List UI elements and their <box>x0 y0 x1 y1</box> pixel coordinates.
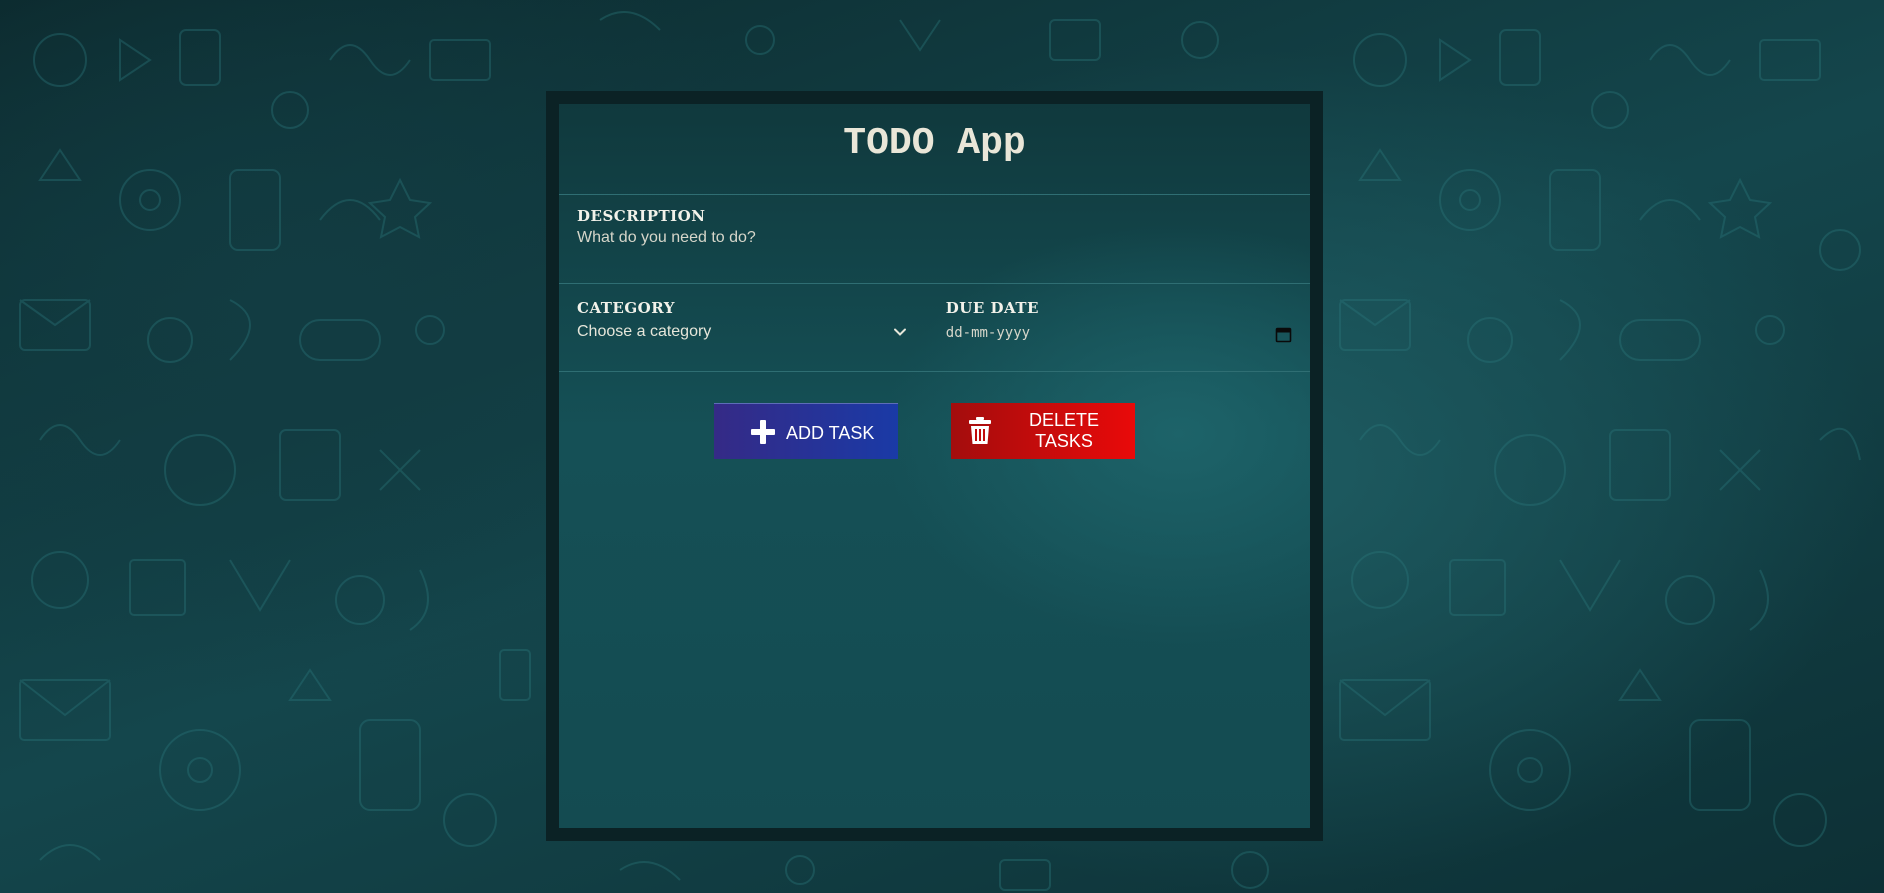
app-panel: TODO App DESCRIPTION CATEGORY Choose a c… <box>559 104 1310 828</box>
chevron-down-icon <box>894 328 906 336</box>
add-task-button[interactable]: ADD TASK <box>714 403 898 459</box>
category-date-section: CATEGORY Choose a category DUE DATE dd-m… <box>559 284 1310 372</box>
due-date-field: DUE DATE dd-mm-yyyy <box>946 299 1292 371</box>
description-input[interactable] <box>577 229 1292 247</box>
add-task-label: ADD TASK <box>786 423 875 443</box>
actions-section: ADD TASK DELETE TASKS <box>559 372 1310 492</box>
due-date-label: DUE DATE <box>945 299 1039 317</box>
delete-tasks-button[interactable]: DELETE TASKS <box>951 403 1135 459</box>
description-section: DESCRIPTION <box>559 195 1310 284</box>
plus-icon <box>751 419 775 444</box>
category-select-value: Choose a category <box>577 323 712 340</box>
category-label: CATEGORY <box>577 299 675 317</box>
description-label: DESCRIPTION <box>577 207 706 225</box>
calendar-icon[interactable] <box>1275 326 1292 343</box>
app-title: TODO App <box>559 104 1310 195</box>
delete-tasks-label: DELETE TASKS <box>1028 410 1100 451</box>
app-frame: TODO App DESCRIPTION CATEGORY Choose a c… <box>546 91 1323 841</box>
due-date-input[interactable]: dd-mm-yyyy <box>946 321 1292 343</box>
category-field: CATEGORY Choose a category <box>577 299 946 371</box>
category-select[interactable]: Choose a category <box>577 321 907 343</box>
trash-icon <box>969 417 991 444</box>
due-date-placeholder: dd-mm-yyyy <box>945 325 1031 341</box>
